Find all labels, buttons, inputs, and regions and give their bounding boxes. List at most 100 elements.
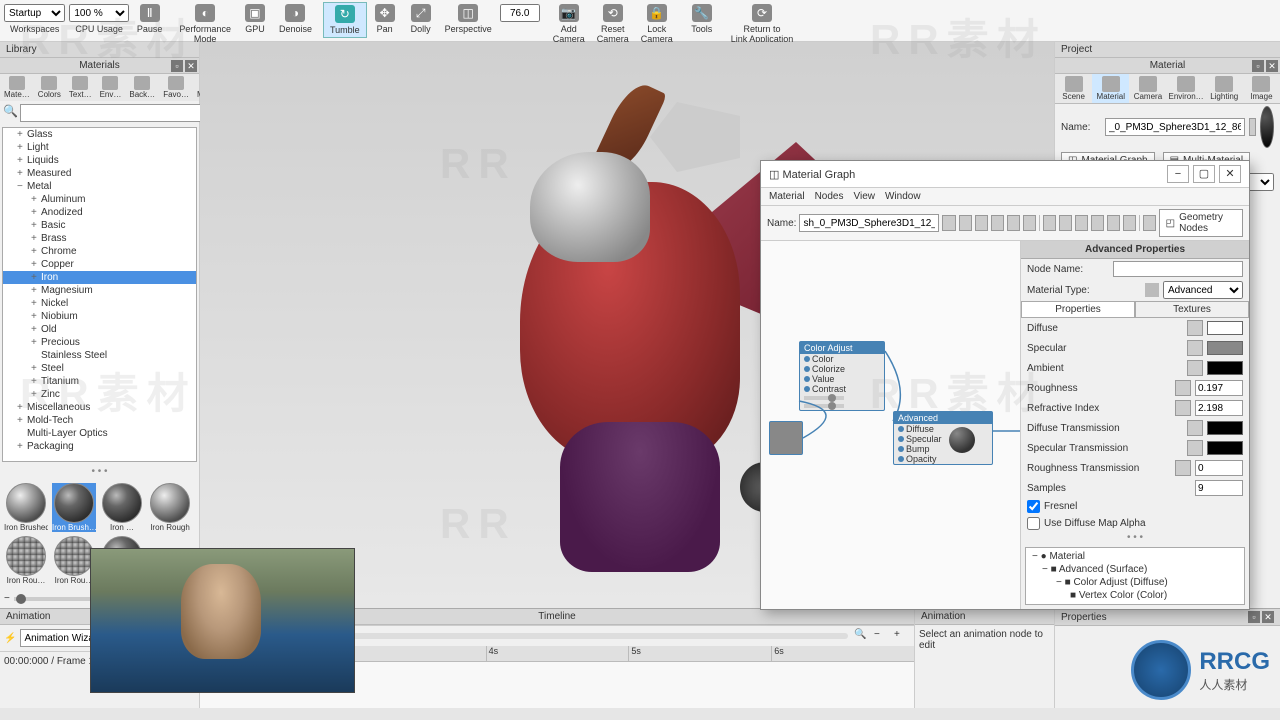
material-search-input[interactable]	[20, 104, 207, 122]
tree-aluminum[interactable]: Aluminum	[3, 193, 196, 206]
close-window-button[interactable]: ✕	[1219, 165, 1241, 183]
samples-input[interactable]	[1195, 480, 1243, 496]
tree-precious[interactable]: Precious	[3, 336, 196, 349]
minimize-button[interactable]: −	[1167, 165, 1189, 183]
tbtn-11[interactable]	[1107, 215, 1120, 231]
performance-mode-button[interactable]: ◐Performance Mode	[173, 2, 237, 46]
tree-niobium[interactable]: Niobium	[3, 310, 196, 323]
diff-trans-swatch[interactable]	[1207, 421, 1243, 435]
tree-misc[interactable]: Miscellaneous	[3, 401, 196, 414]
tree-light[interactable]: Light	[3, 141, 196, 154]
return-link-button[interactable]: ⟳Return to Link Application	[725, 2, 800, 46]
focal-input[interactable]	[500, 4, 540, 22]
specular-map-btn[interactable]	[1187, 340, 1203, 356]
tbtn-6[interactable]	[1023, 215, 1036, 231]
props-dock-button[interactable]: ▫	[1248, 611, 1260, 623]
tbtn-2[interactable]	[959, 215, 972, 231]
tab-properties[interactable]: Properties	[1021, 301, 1135, 318]
tree-metal[interactable]: Metal	[3, 180, 196, 193]
add-camera-button[interactable]: 📷Add Camera	[547, 2, 591, 46]
menu-view[interactable]: View	[853, 191, 875, 202]
tree-brass[interactable]: Brass	[3, 232, 196, 245]
tree-steel[interactable]: Steel	[3, 362, 196, 375]
tree-mlo[interactable]: Multi-Layer Optics	[3, 427, 196, 440]
graph-name-input[interactable]	[799, 214, 939, 232]
right-dock-button[interactable]: ▫	[1252, 60, 1264, 72]
tree-zinc[interactable]: Zinc	[3, 388, 196, 401]
tab-textures[interactable]: Text…	[65, 74, 96, 101]
material-graph-window[interactable]: ◫ Material Graph − ▢ ✕ Material Nodes Vi…	[760, 160, 1250, 610]
tree-titanium[interactable]: Titanium	[3, 375, 196, 388]
menu-material[interactable]: Material	[769, 191, 805, 202]
tab-scene[interactable]: Scene	[1055, 74, 1092, 103]
tab-camera[interactable]: Camera	[1129, 74, 1166, 103]
material-hierarchy-tree[interactable]: − ● Material − ■ Advanced (Surface) − ■ …	[1025, 547, 1245, 605]
tab-lighting[interactable]: Lighting	[1206, 74, 1243, 103]
tree-basic[interactable]: Basic	[3, 219, 196, 232]
tools-button[interactable]: 🔧Tools	[684, 2, 720, 36]
thumb-iron-brushed-0[interactable]: Iron Brushed	[4, 483, 48, 532]
props-close-button[interactable]: ✕	[1262, 611, 1274, 623]
tree-material-root[interactable]: − ● Material	[1028, 550, 1242, 563]
node-graph-canvas[interactable]: Color Adjust Color Colorize Value Contra…	[761, 241, 1021, 609]
right-close-button[interactable]: ✕	[1266, 60, 1278, 72]
tab-favorites[interactable]: Favo…	[159, 74, 193, 101]
node-texture-swatch[interactable]	[769, 421, 803, 455]
thumb-iron-brushed-1[interactable]: Iron Brush…	[52, 483, 96, 532]
diffuse-alpha-checkbox[interactable]	[1027, 517, 1040, 530]
node-color-adjust[interactable]: Color Adjust Color Colorize Value Contra…	[799, 341, 885, 411]
menu-nodes[interactable]: Nodes	[815, 191, 844, 202]
tbtn-13[interactable]	[1143, 215, 1156, 231]
zoom-timeline-in[interactable]: +	[894, 629, 908, 643]
tab-textures[interactable]: Textures	[1135, 301, 1249, 318]
tree-copper[interactable]: Copper	[3, 258, 196, 271]
denoise-button[interactable]: ◑Denoise	[273, 2, 318, 36]
tree-chrome[interactable]: Chrome	[3, 245, 196, 258]
search-timeline-icon[interactable]: 🔍	[854, 629, 868, 643]
spec-trans-swatch[interactable]	[1207, 441, 1243, 455]
fresnel-checkbox[interactable]	[1027, 500, 1040, 513]
pan-button[interactable]: ✥Pan	[367, 2, 403, 36]
tbtn-12[interactable]	[1123, 215, 1136, 231]
tree-adv-surface[interactable]: − ■ Advanced (Surface)	[1028, 563, 1242, 576]
tree-magnesium[interactable]: Magnesium	[3, 284, 196, 297]
dolly-button[interactable]: ⤢Dolly	[403, 2, 439, 36]
tree-iron[interactable]: Iron	[3, 271, 196, 284]
tab-environments[interactable]: Env…	[96, 74, 126, 101]
material-tree[interactable]: Glass Light Liquids Measured Metal Alumi…	[2, 127, 197, 462]
maximize-button[interactable]: ▢	[1193, 165, 1215, 183]
tab-material[interactable]: Material	[1092, 74, 1129, 103]
ca-slider-2[interactable]	[804, 404, 844, 408]
lock-camera-button[interactable]: 🔒Lock Camera	[635, 2, 679, 46]
zoom-out-icon[interactable]: −	[4, 593, 10, 604]
tab-colors[interactable]: Colors	[34, 74, 65, 101]
specular-swatch[interactable]	[1207, 341, 1243, 355]
tumble-button[interactable]: ↻Tumble	[323, 2, 367, 38]
tree-anodized[interactable]: Anodized	[3, 206, 196, 219]
panel-dock-button[interactable]: ▫	[171, 60, 183, 72]
rough-trans-input[interactable]	[1195, 460, 1243, 476]
tbtn-1[interactable]	[942, 215, 955, 231]
diff-trans-map-btn[interactable]	[1187, 420, 1203, 436]
refractive-input[interactable]	[1195, 400, 1243, 416]
startup-select[interactable]: Startup	[4, 4, 65, 22]
tree-liquids[interactable]: Liquids	[3, 154, 196, 167]
tree-old[interactable]: Old	[3, 323, 196, 336]
ambient-swatch[interactable]	[1207, 361, 1243, 375]
tree-moldtech[interactable]: Mold-Tech	[3, 414, 196, 427]
cpu-usage-button[interactable]: CPU Usage	[69, 22, 129, 36]
refractive-map-btn[interactable]	[1175, 400, 1191, 416]
zoom-timeline-out[interactable]: −	[874, 629, 888, 643]
reset-camera-button[interactable]: ⟲Reset Camera	[591, 2, 635, 46]
thumb-iron-rough[interactable]: Iron Rough	[148, 483, 192, 532]
tbtn-5[interactable]	[1007, 215, 1020, 231]
tbtn-9[interactable]	[1075, 215, 1088, 231]
tab-materials[interactable]: Mate…	[0, 74, 34, 101]
tbtn-7[interactable]	[1043, 215, 1056, 231]
tbtn-3[interactable]	[975, 215, 988, 231]
tree-nickel[interactable]: Nickel	[3, 297, 196, 310]
node-name-input[interactable]	[1113, 261, 1243, 277]
tree-color-adjust[interactable]: − ■ Color Adjust (Diffuse)	[1028, 576, 1242, 589]
diffuse-map-btn[interactable]	[1187, 320, 1203, 336]
pause-button[interactable]: ⅡPause	[131, 2, 169, 36]
